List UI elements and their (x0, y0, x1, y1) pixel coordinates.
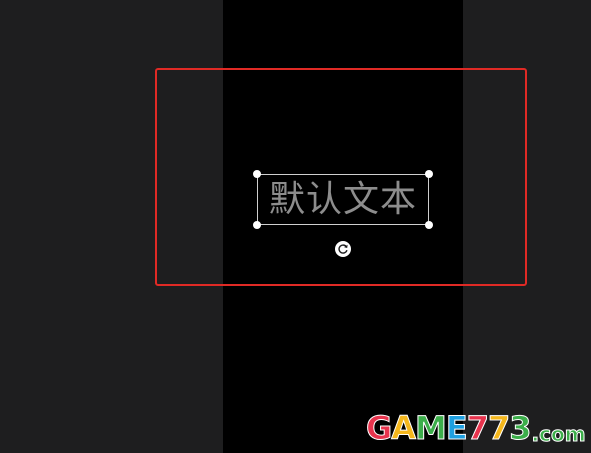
resize-handle-top-left[interactable] (253, 170, 261, 178)
rotate-icon-glyph (338, 244, 348, 254)
watermark-letter: 7 (487, 409, 510, 447)
resize-handle-bottom-left[interactable] (253, 221, 261, 229)
watermark-letter: 3 (509, 409, 532, 447)
resize-handle-top-right[interactable] (425, 170, 433, 178)
watermark-letter: 7 (466, 409, 489, 447)
resize-handle-bottom-right[interactable] (425, 221, 433, 229)
watermark-letter: A (391, 409, 417, 447)
rotate-icon[interactable] (335, 241, 351, 257)
watermark-letter: G (365, 409, 392, 447)
editor-stage: 默认文本 G A M E 7 7 3 .com (0, 0, 591, 453)
text-layer-content[interactable]: 默认文本 (269, 181, 417, 218)
text-layer[interactable]: 默认文本 (257, 174, 429, 225)
watermark-letter: E (445, 409, 468, 447)
watermark-letter: M (415, 409, 448, 447)
watermark-suffix: .com (531, 422, 586, 446)
site-watermark-logo: G A M E 7 7 3 .com (365, 409, 586, 447)
